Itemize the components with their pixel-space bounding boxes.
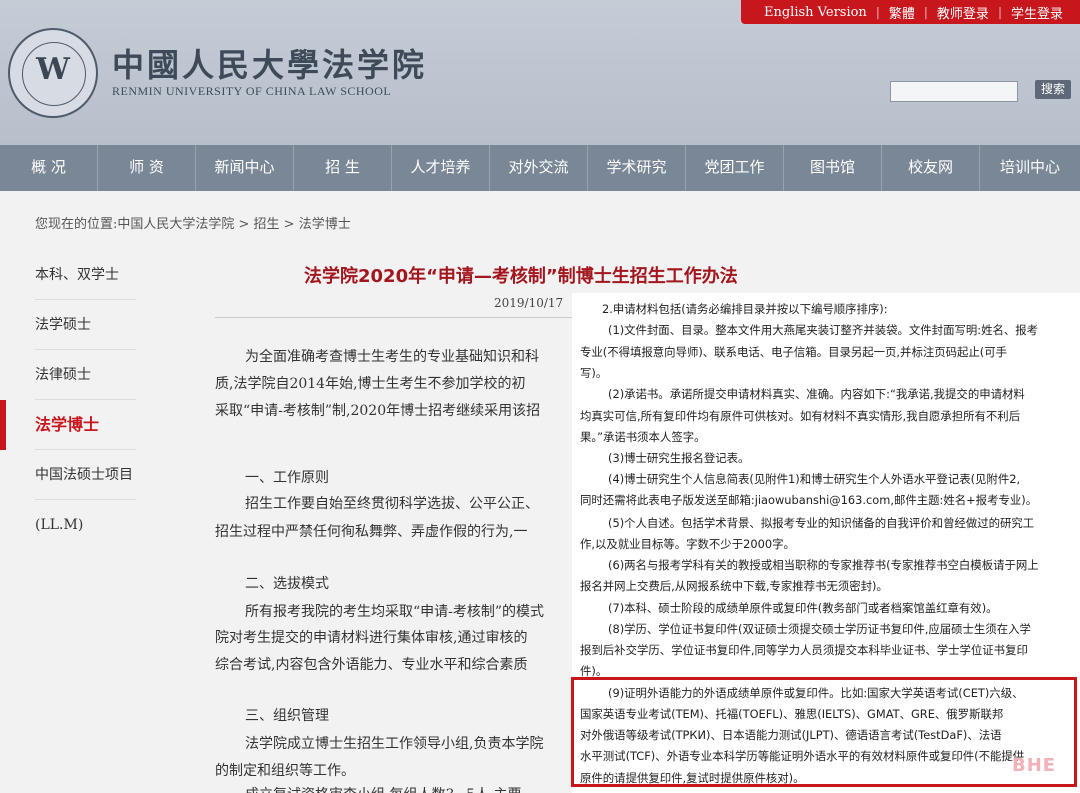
search-input[interactable] [890,81,1018,102]
main-nav: 概 况 师 资 新闻中心 招 生 人才培养 对外交流 学术研究 党团工作 图书馆… [0,145,1080,191]
paragraph-line: 的制定和组织等工作。 [215,763,355,779]
overlay-line: 作,以及就业目标等。字数不少于2000字。 [580,537,795,551]
paragraph-line: 院对考生提交的申请材料进行集体审核,通过审核的 [215,630,528,646]
overlay-line: 同时还需将此表电子版发送至邮箱:jiaowubanshi@163.com,邮件主… [580,493,1038,507]
nav-item-alumni[interactable]: 校友网 [882,145,980,191]
overlay-line: (4)博士研究生个人信息简表(见附件1)和博士研究生个人外语水平登记表(见附件2… [608,472,1021,486]
watermark: BHE [1012,755,1057,776]
article-title: 法学院2020年“申请—考核制”制博士生招生工作办法 [304,266,738,287]
overlay-line: (2)承诺书。承诺所提交申请材料真实、准确。内容如下:“我承诺,我提交的申请材料 [608,387,1025,401]
sidebar-item-label: 法学博士 [35,415,100,434]
section-heading: 二、选拔模式 [245,576,329,592]
paragraph-line: 采取“申请-考核制”制,2020年博士招考继续采用该招 [215,403,541,419]
paragraph-line: 成立复试资格审查小组,每组人数3~5人,主要 [245,784,572,793]
sidebar-item-llm[interactable]: 中国法硕士项目(LL.M) [0,450,150,533]
overlay-line: 果。”承诺书须本人签字。 [580,430,706,444]
section-heading: 一、工作原则 [245,470,329,486]
sidebar: 本科、双学士 法学硕士 法律硕士 法学博士 中国法硕士项目(LL.M) [0,250,150,533]
overlay-line: 报到后补交学历、学位证书复印件,同等学力人员须提交本科毕业证书、学士学位证书复印 [580,643,1028,657]
sidebar-item-master-of-law[interactable]: 法学硕士 [0,300,150,350]
overlay-line: 专业(不得填报意向导师)、联系电话、电子信箱。目录另起一页,并标注页码起止(可手 [580,345,1008,359]
nav-item-news[interactable]: 新闻中心 [196,145,294,191]
overlay-line: (6)两名与报考学科有关的教授或相当职称的专家推荐书(专家推荐书空白模板请于网上 [608,558,1039,572]
logo-chinese-name[interactable]: 中國人民大學法学院 [112,40,427,86]
teacher-login-link[interactable]: 教师登录 [928,3,998,22]
seal-letter: W [36,52,70,87]
english-version-link[interactable]: English Version [755,5,876,20]
paragraph-line: 为全面准确考查博士生考生的专业基础知识和科 [245,349,539,365]
traditional-chinese-link[interactable]: 繁體 [880,3,924,22]
overlay-line: (7)本科、硕士阶段的成绩单原件或复印件(教务部门或者档案馆盖红章有效)。 [608,601,998,615]
nav-item-research[interactable]: 学术研究 [588,145,686,191]
paragraph-line: 法学院成立博士生招生工作领导小组,负责本学院 [245,736,544,752]
overlay-line: (5)个人自述。包括学术背景、拟报考专业的知识储备的自我评价和曾经做过的研究工 [608,516,1035,530]
student-login-link[interactable]: 学生登录 [1002,3,1072,22]
nav-item-party[interactable]: 党团工作 [686,145,784,191]
title-divider [215,317,585,318]
article-date: 2019/10/17 [494,296,564,310]
overlay-line: (3)博士研究生报名登记表。 [608,451,750,465]
paragraph-line: 质,法学院自2014年始,博士生考生不参加学校的初 [215,376,526,392]
nav-item-training[interactable]: 人才培养 [392,145,490,191]
overlay-line: 写)。 [580,366,608,380]
breadcrumb: 您现在的位置:中国人民大学法学院 > 招生 > 法学博士 [35,217,351,232]
nav-item-continuing-education[interactable]: 培训中心 [980,145,1080,191]
language-requirement-highlight-box [571,677,1077,787]
sidebar-item-undergraduate[interactable]: 本科、双学士 [0,250,150,300]
sidebar-item-phd[interactable]: 法学博士 [0,400,150,450]
overlay-line: 2.申请材料包括(请务必编排目录并按以下编号顺序排序): [602,302,888,316]
nav-item-faculty[interactable]: 师 资 [98,145,196,191]
nav-item-overview[interactable]: 概 况 [0,145,98,191]
site-header: English Version | 繁體 | 教师登录 | 学生登录 W 中國人… [0,0,1080,145]
paragraph-line: 综合考试,内容包含外语能力、专业水平和综合素质 [215,657,528,673]
paragraph-line: 招生过程中严禁任何徇私舞弊、弄虚作假的行为,一 [215,524,528,540]
section-heading: 三、组织管理 [245,708,329,724]
search-button[interactable]: 搜索 [1035,80,1071,99]
university-seal-logo[interactable]: W [8,28,98,118]
paragraph-line: 所有报考我院的考生均采取“申请-考核制”的模式 [245,604,545,620]
sidebar-item-jm[interactable]: 法律硕士 [0,350,150,400]
top-links-bar: English Version | 繁體 | 教师登录 | 学生登录 [741,0,1080,24]
overlay-line: (1)文件封面、目录。整本文件用大燕尾夹装订整齐并装袋。文件封面写明:姓名、报考 [608,323,1039,337]
nav-item-exchange[interactable]: 对外交流 [490,145,588,191]
overlay-line: (8)学历、学位证书复印件(双证硕士须提交硕士学历证书复印件,应届硕士生须在入学 [608,622,1031,636]
overlay-line: 报名并网上交费后,从网报系统中下载,专家推荐书无须密封)。 [580,579,888,593]
nav-item-library[interactable]: 图书馆 [784,145,882,191]
nav-item-admissions[interactable]: 招 生 [294,145,392,191]
overlay-line: 均真实可信,所有复印件均有原件可供核对。如有材料不真实情形,我自愿承担所有不利后 [580,409,1021,423]
paragraph-line: 招生工作要自始至终贯彻科学选拔、公平公正、 [245,496,539,512]
active-indicator [0,400,6,450]
logo-english-name: RENMIN UNIVERSITY OF CHINA LAW SCHOOL [112,84,392,98]
